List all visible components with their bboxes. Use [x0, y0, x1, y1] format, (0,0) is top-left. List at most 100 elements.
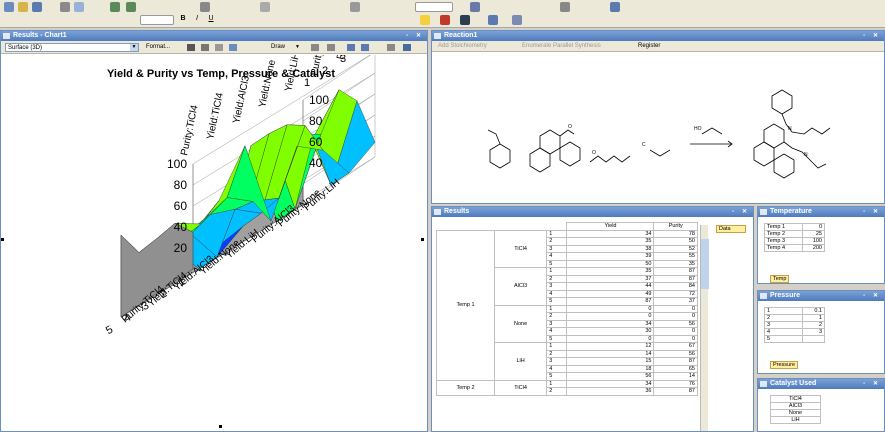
key-cell[interactable]: 1 [764, 307, 803, 315]
yield-cell[interactable]: 18 [566, 364, 655, 373]
purity-cell[interactable]: 0 [653, 312, 698, 321]
align-icon[interactable] [350, 2, 360, 12]
pointer-icon[interactable] [187, 44, 195, 51]
purity-cell[interactable]: 87 [653, 274, 698, 283]
key-cell[interactable]: Temp 1 [764, 223, 803, 231]
copy-icon[interactable] [74, 2, 84, 12]
value-cell[interactable]: 200 [802, 244, 825, 252]
purity-cell[interactable]: 67 [653, 342, 698, 351]
pressure-tag[interactable]: Pressure [770, 361, 799, 369]
register-button[interactable]: Register [638, 42, 660, 51]
value-cell[interactable] [802, 335, 825, 343]
insert-icon[interactable] [470, 2, 480, 12]
value-cell[interactable]: 3 [802, 328, 825, 336]
value-cell[interactable]: 2 [802, 321, 825, 329]
purity-cell[interactable]: 55 [653, 252, 698, 261]
table-row[interactable]: 43 [764, 328, 825, 336]
dash-style-icon[interactable] [512, 15, 522, 25]
purity-cell[interactable]: 78 [653, 229, 698, 238]
line-icon[interactable] [201, 44, 209, 51]
open-icon[interactable] [18, 2, 28, 12]
search-icon[interactable] [610, 2, 620, 12]
window-controls[interactable]: ▫ ✕ [863, 380, 881, 388]
resize-handle[interactable] [421, 238, 424, 241]
ungroup-icon[interactable] [361, 44, 369, 51]
purity-cell[interactable]: 87 [653, 267, 698, 276]
select-icon[interactable] [387, 44, 395, 51]
save-icon[interactable] [32, 2, 42, 12]
format-button[interactable]: Format... [146, 43, 170, 52]
purity-cell[interactable]: 76 [653, 379, 698, 388]
zoom-icon[interactable] [200, 2, 210, 12]
chevron-down-icon[interactable]: ▼ [130, 44, 138, 51]
table-row[interactable]: 32 [764, 321, 825, 329]
purity-cell[interactable]: 37 [653, 297, 698, 306]
catalyst-cell[interactable]: LiH [770, 416, 821, 424]
purity-cell[interactable]: 87 [653, 387, 698, 396]
table-row[interactable]: TiCl4 [770, 395, 821, 403]
table-row[interactable]: Temp 3 100 [764, 237, 825, 245]
window-controls[interactable]: ▫ ✕ [863, 32, 881, 40]
value-cell[interactable]: 25 [802, 230, 825, 238]
scrollbar-thumb[interactable] [701, 239, 709, 289]
key-cell[interactable]: Temp 2 [764, 230, 803, 238]
purity-cell[interactable]: 65 [653, 364, 698, 373]
fill-color-icon[interactable] [420, 15, 430, 25]
group-icon[interactable] [347, 44, 355, 51]
purity-cell[interactable]: 84 [653, 282, 698, 291]
draw-button[interactable]: Draw [271, 43, 285, 52]
value-cell[interactable]: 0.1 [802, 307, 825, 315]
yield-cell[interactable]: 38 [566, 244, 655, 253]
catalyst-cell[interactable]: None [770, 409, 821, 417]
surface-chart[interactable]: Yield & Purity vs Temp, Pressure & Catal… [1, 55, 427, 431]
bold-icon[interactable]: B [178, 15, 188, 25]
font-select[interactable] [140, 15, 174, 25]
table-row[interactable]: Temp 2 TiCl4 1 34 76 [436, 379, 698, 396]
table-row[interactable]: Temp 4 200 [764, 244, 825, 252]
table-row[interactable]: Temp 1 TiCl4 1 34 78 [436, 229, 698, 381]
yield-cell[interactable]: 14 [566, 349, 655, 358]
purity-cell[interactable]: 14 [653, 372, 698, 381]
resize-handle[interactable] [1, 238, 4, 241]
grid-icon[interactable] [311, 44, 319, 51]
purity-cell[interactable]: 52 [653, 244, 698, 253]
table-row[interactable]: 1 0.1 [764, 307, 825, 315]
purity-cell[interactable]: 50 [653, 237, 698, 246]
line-style-icon[interactable] [488, 15, 498, 25]
window-controls[interactable]: ▫ ✕ [863, 208, 881, 216]
undo-icon[interactable] [110, 2, 120, 12]
key-cell[interactable]: 3 [764, 321, 803, 329]
ellipse-icon[interactable] [229, 44, 237, 51]
new-icon[interactable] [4, 2, 14, 12]
yield-cell[interactable]: 50 [566, 259, 655, 268]
yield-cell[interactable]: 39 [566, 252, 655, 261]
rect-icon[interactable] [215, 44, 223, 51]
purity-cell[interactable]: 0 [653, 334, 698, 343]
key-cell[interactable]: 5 [764, 335, 803, 343]
catalyst-cell[interactable]: AlCl3 [770, 402, 821, 410]
chart-type-select[interactable]: Surface (3D) ▼ [5, 43, 139, 52]
purity-cell[interactable]: 0 [653, 327, 698, 336]
italic-icon[interactable]: I [192, 15, 202, 25]
yield-cell[interactable]: 34 [566, 229, 655, 238]
yield-cell[interactable]: 0 [566, 334, 655, 343]
yield-cell[interactable]: 30 [566, 327, 655, 336]
key-cell[interactable]: 4 [764, 328, 803, 336]
yield-cell[interactable]: 35 [566, 267, 655, 276]
enumerate-button[interactable]: Enumerate Parallel Synthesis [522, 42, 601, 51]
purity-cell[interactable]: 72 [653, 289, 698, 298]
key-cell[interactable]: 2 [764, 314, 803, 322]
line-color-icon[interactable] [440, 15, 450, 25]
underline-icon[interactable]: U [206, 15, 216, 25]
purity-cell[interactable]: 56 [653, 349, 698, 358]
window-controls[interactable]: ▫ ✕ [863, 292, 881, 300]
window-controls[interactable]: ▫ ✕ [732, 208, 750, 216]
cut-icon[interactable] [60, 2, 70, 12]
rotate-icon[interactable] [260, 2, 270, 12]
size-field[interactable] [415, 2, 453, 12]
yield-cell[interactable]: 44 [566, 282, 655, 291]
yield-cell[interactable]: 87 [566, 297, 655, 306]
data-tag[interactable]: Data [716, 225, 746, 233]
temp-tag[interactable]: Temp [770, 275, 790, 283]
table-row[interactable]: Temp 2 25 [764, 230, 825, 238]
